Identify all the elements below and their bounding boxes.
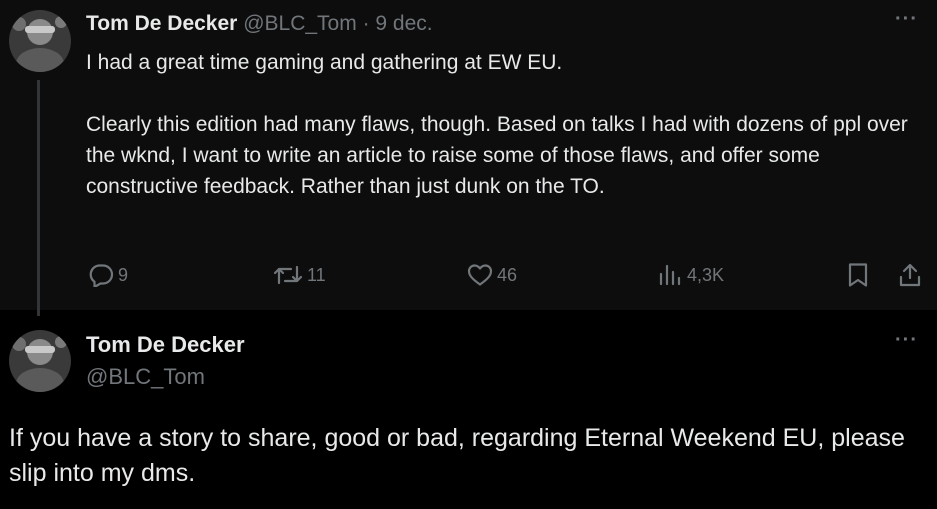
like-count: 46: [497, 264, 518, 285]
like-button[interactable]: 46: [467, 262, 517, 288]
views-count: 4,3K: [687, 264, 725, 285]
author-handle[interactable]: @BLC_Tom: [243, 12, 357, 35]
tweet-paragraph: I had a great time gaming and gathering …: [86, 51, 563, 74]
share-icon: [899, 263, 921, 287]
reply-button[interactable]: 9: [88, 262, 128, 288]
author-name[interactable]: Tom De Decker: [86, 12, 237, 35]
repost-button[interactable]: 11: [273, 262, 326, 288]
more-icon[interactable]: ···: [895, 329, 918, 352]
author-name[interactable]: Tom De Decker: [86, 332, 245, 358]
thread-connector: [37, 80, 40, 316]
repost-count: 11: [307, 264, 326, 285]
reply-count: 9: [118, 264, 129, 285]
bookmark-button[interactable]: [847, 262, 869, 288]
share-button[interactable]: [898, 262, 922, 288]
views-button[interactable]: 4,3K: [657, 262, 724, 288]
separator: ·: [362, 12, 370, 35]
tweet-date[interactable]: 9 dec.: [375, 12, 432, 35]
views-icon: [659, 264, 681, 286]
author-handle[interactable]: @BLC_Tom: [86, 364, 205, 390]
reply-icon: [89, 264, 114, 287]
tweet-text: If you have a story to share, good or ba…: [9, 424, 905, 487]
tweet-text: I had a great time gaming and gathering …: [86, 47, 916, 202]
bookmark-icon: [848, 263, 868, 287]
tweet-paragraph: Clearly this edition had many flaws, tho…: [86, 113, 908, 198]
avatar[interactable]: [9, 10, 71, 72]
avatar[interactable]: [9, 330, 71, 392]
repost-icon: [273, 265, 303, 285]
like-icon: [467, 264, 493, 286]
more-icon[interactable]: ···: [895, 8, 918, 31]
tweet-header: Tom De Decker @BLC_Tom · 9 dec.: [86, 11, 433, 37]
